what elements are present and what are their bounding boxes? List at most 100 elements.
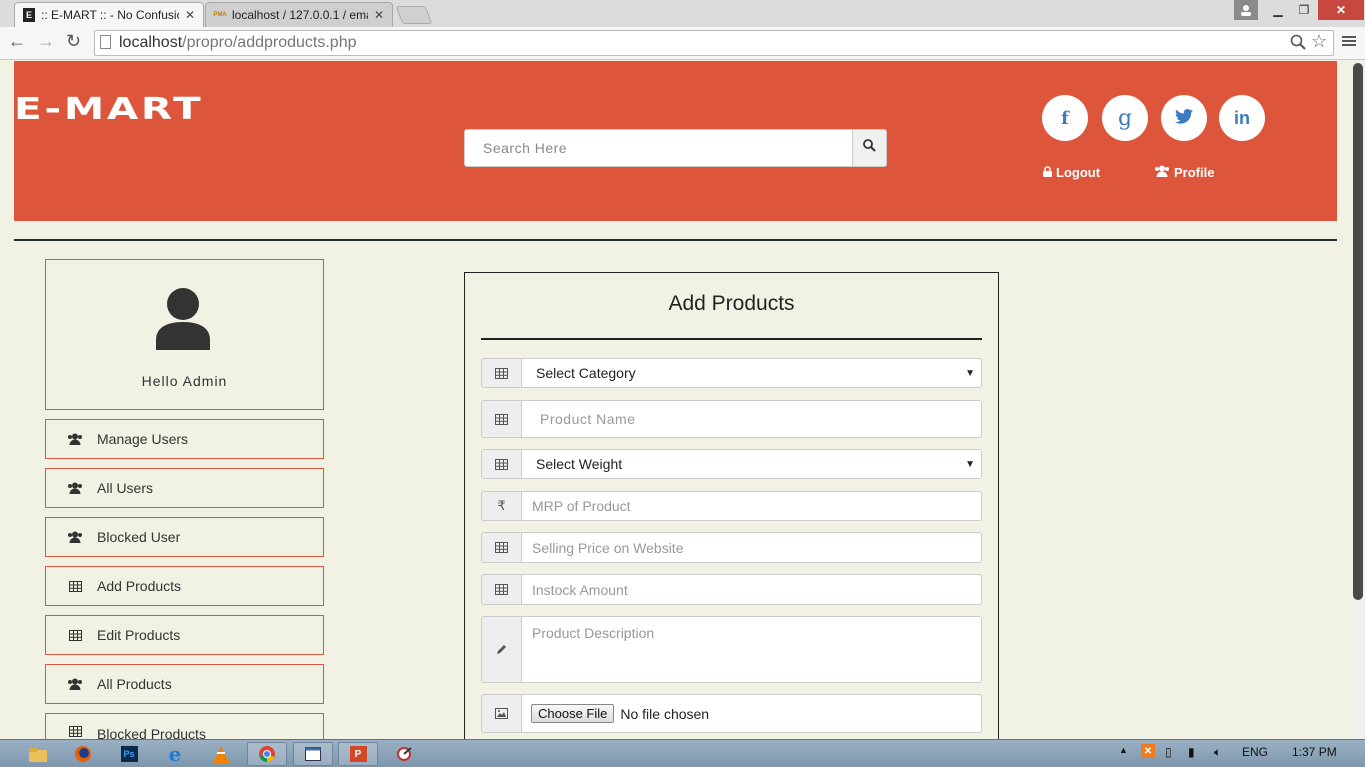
powerpoint-icon[interactable]: P	[338, 742, 378, 766]
twitter-button[interactable]	[1161, 95, 1207, 141]
selling-price-input[interactable]: Selling Price on Website	[521, 532, 982, 563]
dropdown-arrow-icon: ▼	[965, 458, 975, 470]
forward-arrow-icon[interactable]: →	[37, 31, 55, 52]
users-icon	[67, 433, 83, 445]
category-select[interactable]: Select Category ▼	[521, 358, 982, 388]
zoom-icon[interactable]	[1290, 34, 1306, 55]
category-select-value: Select Category	[536, 365, 636, 381]
image-icon	[481, 694, 521, 733]
sidebar-item-label: Edit Products	[97, 627, 181, 643]
internet-explorer-icon[interactable]: e	[155, 742, 195, 766]
chrome-menu-icon[interactable]	[1342, 34, 1356, 53]
linkedin-button[interactable]: in	[1219, 95, 1265, 141]
table-icon	[67, 629, 83, 641]
site-logo[interactable]: E-MART	[14, 92, 203, 127]
browser-tab-phpmyadmin[interactable]: PMA localhost / 127.0.0.1 / ema ✕	[205, 2, 393, 27]
maximize-icon[interactable]: ❐	[1292, 0, 1316, 20]
weight-select[interactable]: Select Weight ▼	[521, 449, 982, 479]
google-button[interactable]: g	[1102, 95, 1148, 141]
window-app-icon[interactable]	[293, 742, 333, 766]
table-icon	[67, 580, 83, 592]
sidebar-item-manage-users[interactable]: Manage Users	[45, 419, 324, 459]
tray-expand-icon[interactable]: ▲	[1119, 745, 1128, 755]
close-tab-icon[interactable]: ✕	[374, 8, 384, 22]
facebook-icon: f	[1061, 107, 1069, 129]
sidebar-item-all-users[interactable]: All Users	[45, 468, 324, 508]
dropdown-arrow-icon: ▼	[965, 367, 975, 379]
lock-icon	[1043, 165, 1052, 180]
sidebar-item-blocked-products[interactable]: Blocked Products	[45, 713, 324, 739]
description-textarea[interactable]: Product Description	[521, 616, 982, 683]
rupee-icon: ₹	[481, 491, 521, 521]
table-icon	[481, 574, 521, 605]
file-explorer-icon[interactable]	[18, 742, 58, 766]
weight-select-value: Select Weight	[536, 456, 623, 472]
network-tray-icon[interactable]: ▮	[1188, 745, 1195, 759]
volume-icon[interactable]: 🔈︎	[1214, 745, 1221, 760]
category-row: Select Category ▼	[481, 358, 982, 388]
phpmyadmin-favicon-icon: PMA	[213, 12, 227, 18]
sidebar-item-blocked-user[interactable]: Blocked User	[45, 517, 324, 557]
profile-label: Profile	[1174, 165, 1215, 180]
product-name-input[interactable]: Product Name	[521, 400, 982, 438]
back-arrow-icon[interactable]: ←	[8, 31, 26, 52]
sidebar-item-add-products[interactable]: Add Products	[45, 566, 324, 606]
table-icon	[481, 449, 521, 479]
facebook-button[interactable]: f	[1042, 95, 1088, 141]
mrp-row: ₹ MRP of Product	[481, 491, 982, 521]
google-icon: g	[1117, 105, 1133, 131]
search-icon	[863, 139, 876, 157]
vlc-icon[interactable]	[201, 742, 241, 766]
new-tab-button[interactable]	[395, 6, 433, 24]
file-input[interactable]: Choose File No file chosen	[521, 694, 982, 733]
emart-favicon-icon: E	[23, 8, 35, 22]
table-icon	[481, 400, 521, 438]
close-window-icon[interactable]: ✕	[1318, 0, 1364, 20]
device-tray-icon[interactable]: ▯	[1165, 745, 1172, 759]
instock-row: Instock Amount	[481, 574, 982, 605]
tab-title: localhost / 127.0.0.1 / ema	[232, 8, 368, 22]
language-indicator[interactable]: ENG	[1242, 745, 1268, 759]
minimize-icon[interactable]: ▁	[1266, 0, 1290, 20]
bookmark-star-icon[interactable]: ☆	[1311, 31, 1327, 52]
snipping-tool-icon[interactable]	[385, 742, 425, 766]
reload-icon[interactable]: ↻	[66, 31, 81, 52]
sidebar-item-label: Blocked User	[97, 529, 181, 545]
choose-file-button[interactable]: Choose File	[531, 704, 615, 723]
instock-input[interactable]: Instock Amount	[521, 574, 982, 605]
users-icon	[67, 531, 83, 543]
xampp-tray-icon[interactable]: ✕	[1141, 744, 1155, 758]
profile-link[interactable]: Profile	[1154, 165, 1214, 180]
url-host: localhost	[119, 34, 183, 51]
sidebar-item-edit-products[interactable]: Edit Products	[45, 615, 324, 655]
sidebar-item-all-products[interactable]: All Products	[45, 664, 324, 704]
linkedin-icon: in	[1234, 107, 1250, 128]
chrome-taskbar-icon[interactable]	[247, 742, 287, 766]
sidebar-item-label: Blocked Products	[97, 726, 206, 739]
address-bar[interactable]: localhost/propro/addproducts.php	[94, 30, 1334, 56]
firefox-icon[interactable]	[63, 742, 103, 766]
user-profile-icon[interactable]	[1234, 0, 1258, 20]
clock[interactable]: 1:37 PM	[1292, 745, 1337, 759]
selling-price-row: Selling Price on Website	[481, 532, 982, 563]
header-divider	[14, 239, 1337, 241]
table-icon	[67, 726, 83, 737]
page-scrollbar-thumb[interactable]	[1353, 63, 1363, 600]
weight-row: Select Weight ▼	[481, 449, 982, 479]
title-rule	[481, 338, 982, 340]
url-path: /propro/addproducts.php	[182, 34, 357, 51]
search-input[interactable]: Search Here	[464, 129, 853, 167]
sidebar-item-label: All Products	[97, 676, 172, 692]
close-tab-icon[interactable]: ✕	[185, 8, 195, 22]
search-button[interactable]	[852, 129, 887, 167]
users-icon	[1154, 165, 1170, 180]
logout-link[interactable]: Logout	[1043, 165, 1100, 180]
sidebar-item-label: All Users	[97, 480, 154, 496]
image-upload-row: Choose File No file chosen	[481, 694, 982, 733]
browser-tab-emart[interactable]: E :: E-MART :: - No Confusio ✕	[14, 2, 204, 27]
photoshop-icon[interactable]: Ps	[109, 742, 149, 766]
mrp-input[interactable]: MRP of Product	[521, 491, 982, 521]
table-icon	[481, 532, 521, 563]
table-icon	[481, 358, 521, 388]
page-icon	[100, 35, 111, 49]
